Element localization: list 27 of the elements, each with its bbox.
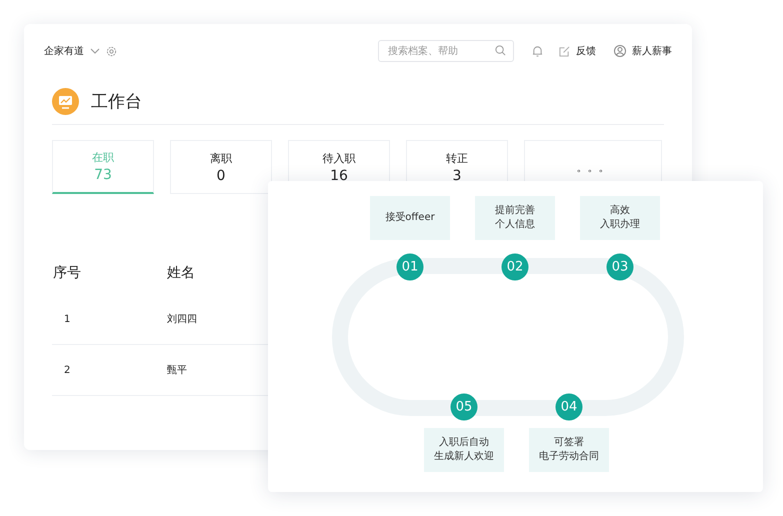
user-name[interactable]: 薪人薪事 (632, 44, 672, 58)
step-label: 入职后自动 生成新人欢迎 (424, 428, 504, 472)
step-label: 高效 入职办理 (580, 196, 660, 240)
company-name[interactable]: 企家有道 (44, 44, 84, 58)
step-label: 可签署 电子劳动合同 (529, 428, 609, 472)
step-number: 03 (606, 254, 634, 280)
step-number: 04 (556, 394, 582, 420)
step-label: 接受offeer (370, 196, 450, 240)
table-cell: 2 (52, 344, 166, 396)
user-icon[interactable] (614, 45, 626, 57)
stat-tab[interactable]: 离职 0 (170, 140, 272, 194)
edit-icon[interactable] (559, 46, 570, 56)
column-header: 姓名 (166, 264, 196, 283)
step-number: 02 (502, 254, 528, 280)
step-label: 提前完善 个人信息 (475, 196, 555, 240)
page-title: 工作台 (91, 90, 142, 112)
table-cell: 1 (52, 294, 166, 344)
monitor-chart-icon (52, 88, 79, 114)
bell-icon[interactable] (532, 45, 543, 57)
search-icon[interactable] (495, 45, 506, 56)
feedback-link[interactable]: 反馈 (576, 44, 596, 58)
search-field[interactable]: 搜索档案、帮助 (378, 40, 514, 62)
chevron-down-icon[interactable] (90, 48, 100, 54)
step-number: 05 (450, 394, 478, 420)
step-number: 01 (396, 254, 424, 280)
column-header: 序号 (52, 264, 82, 283)
gear-icon[interactable] (106, 46, 117, 56)
